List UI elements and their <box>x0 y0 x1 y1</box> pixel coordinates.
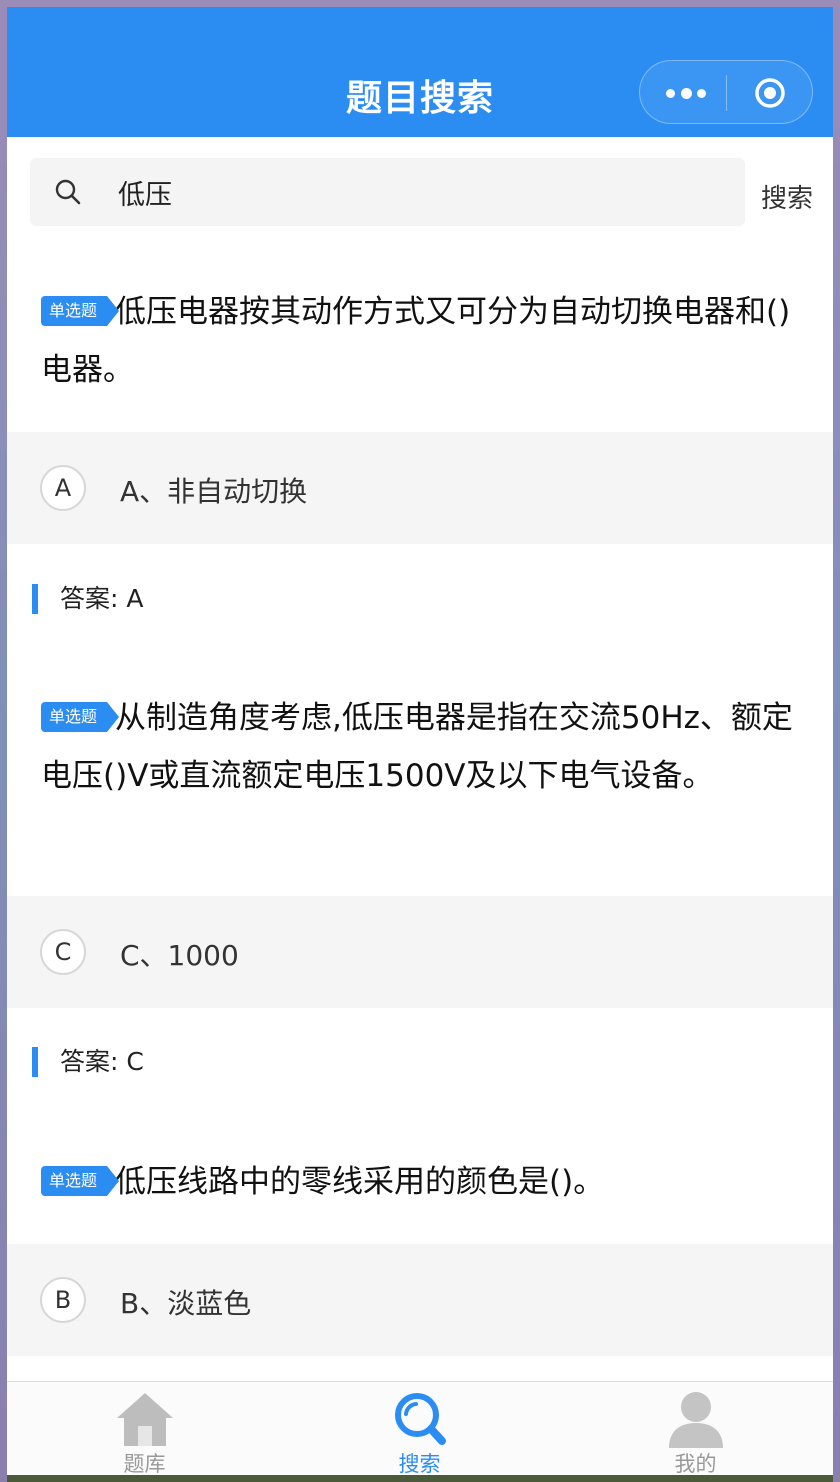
search-input[interactable] <box>118 177 718 208</box>
question-type-badge: 单选题 <box>41 296 120 326</box>
search-field[interactable] <box>30 158 745 226</box>
question-stem: 低压线路中的零线采用的颜色是()。 <box>115 1164 605 1200</box>
question-stem: 低压电器按其动作方式又可分为自动切换电器和()电器。 <box>41 294 791 388</box>
close-mini-program-icon[interactable] <box>753 76 787 110</box>
option-letter: A <box>40 465 86 511</box>
tab-search[interactable]: 搜索 <box>282 1382 557 1475</box>
option-item[interactable]: A A、非自动切换 <box>7 432 833 544</box>
search-icon <box>395 1393 446 1445</box>
question-text: 单选题 低压线路中的零线采用的颜色是()。 <box>41 1153 793 1211</box>
tab-bar: 题库 搜索 我的 <box>7 1381 833 1475</box>
search-bar: 搜索 <box>7 137 833 247</box>
search-button[interactable]: 搜索 <box>761 178 813 215</box>
option-item[interactable]: C C、1000 <box>7 896 833 1008</box>
question-text: 单选题 低压电器按其动作方式又可分为自动切换电器和()电器。 <box>41 283 793 399</box>
question-type-badge: 单选题 <box>41 1166 120 1196</box>
background-strip <box>7 1475 833 1482</box>
tab-label: 我的 <box>674 1452 717 1475</box>
option-text: B、淡蓝色 <box>120 1287 252 1320</box>
tab-label: 题库 <box>123 1452 166 1475</box>
option-letter: B <box>40 1277 86 1323</box>
option-text: C、1000 <box>120 939 239 972</box>
mini-program-capsule <box>639 60 813 124</box>
home-icon <box>117 1393 173 1446</box>
answer-label: 答案: C <box>32 1047 144 1077</box>
more-icon[interactable] <box>666 83 706 103</box>
answer-label: 答案: A <box>32 584 143 614</box>
tab-mine[interactable]: 我的 <box>558 1382 833 1475</box>
tab-label: 搜索 <box>398 1452 441 1475</box>
option-text: A、非自动切换 <box>120 475 308 508</box>
question-stem: 从制造角度考虑,低压电器是指在交流50Hz、额定电压()V或直流额定电压1500… <box>41 700 793 794</box>
search-icon <box>55 179 81 205</box>
capsule-divider <box>726 75 727 111</box>
option-letter: C <box>40 929 86 975</box>
question-type-badge: 单选题 <box>41 702 120 732</box>
navigation-bar: 题目搜索 <box>7 7 833 137</box>
app-screen: 题目搜索 搜索 单选题低压电器按其动作方式又可分为自动切换电器和()电器。 A <box>7 7 833 1475</box>
option-item[interactable]: B B、淡蓝色 <box>7 1244 833 1356</box>
user-icon <box>669 1392 723 1448</box>
tab-question-bank[interactable]: 题库 <box>7 1382 282 1475</box>
question-text: 单选题 从制造角度考虑,低压电器是指在交流50Hz、额定电压()V或直流额定电压1… <box>41 689 793 805</box>
